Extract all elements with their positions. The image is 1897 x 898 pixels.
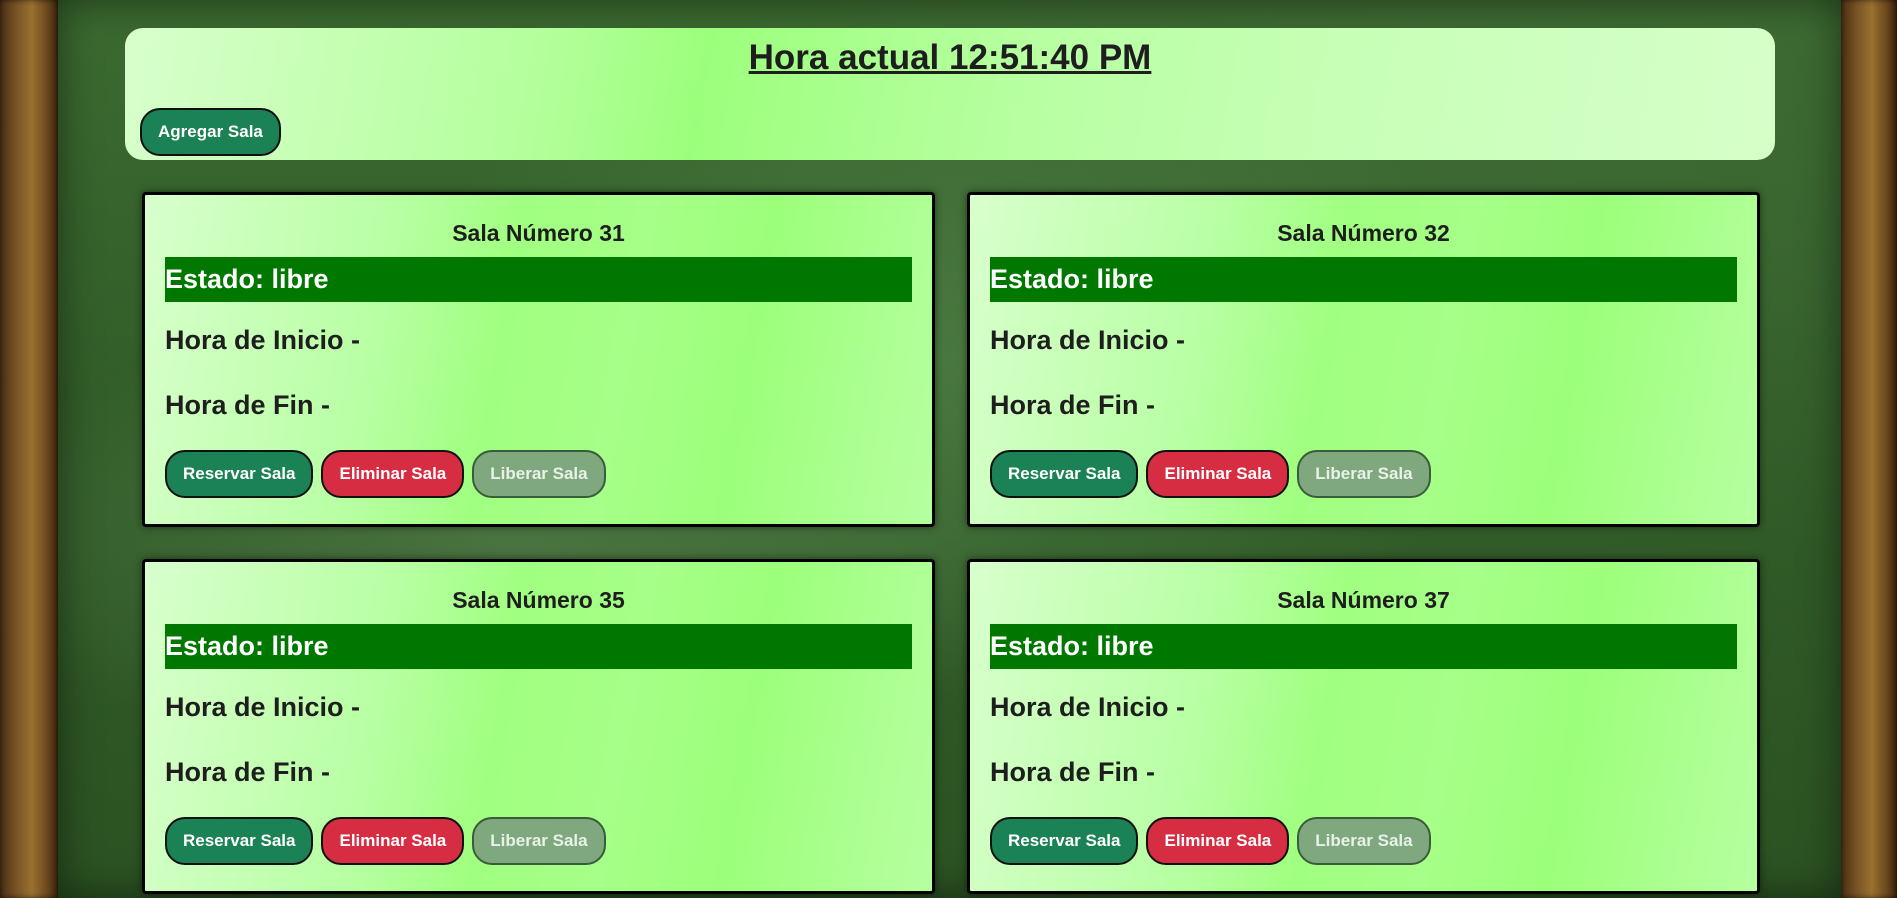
delete-room-button[interactable]: Eliminar Sala <box>1146 450 1290 498</box>
release-room-button[interactable]: Liberar Sala <box>472 817 606 865</box>
room-card: Sala Número 37 Estado: libre Hora de Ini… <box>967 559 1760 894</box>
room-start-time: Hora de Inicio - <box>165 325 361 355</box>
room-actions: Reservar Sala Eliminar Sala Liberar Sala <box>165 450 614 498</box>
room-actions: Reservar Sala Eliminar Sala Liberar Sala <box>990 817 1439 865</box>
room-card: Sala Número 32 Estado: libre Hora de Ini… <box>967 192 1760 527</box>
add-room-button[interactable]: Agregar Sala <box>140 108 281 156</box>
delete-room-button[interactable]: Eliminar Sala <box>321 817 465 865</box>
board-frame-right <box>1841 0 1897 898</box>
room-end-time: Hora de Fin - <box>165 390 331 420</box>
room-actions: Reservar Sala Eliminar Sala Liberar Sala <box>165 817 614 865</box>
room-status: Estado: libre <box>990 624 1737 669</box>
room-title: Sala Número 37 <box>1277 587 1450 613</box>
room-start-time: Hora de Inicio - <box>990 692 1186 722</box>
room-card: Sala Número 31 Estado: libre Hora de Ini… <box>142 192 935 527</box>
board-frame-left <box>0 0 58 898</box>
current-time: Hora actual 12:51:40 PM <box>125 38 1775 78</box>
release-room-button[interactable]: Liberar Sala <box>1297 817 1431 865</box>
reserve-room-button[interactable]: Reservar Sala <box>165 817 314 865</box>
release-room-button[interactable]: Liberar Sala <box>1297 450 1431 498</box>
room-status: Estado: libre <box>165 624 912 669</box>
room-status: Estado: libre <box>990 257 1737 302</box>
room-card: Sala Número 35 Estado: libre Hora de Ini… <box>142 559 935 894</box>
room-title: Sala Número 31 <box>452 220 625 246</box>
delete-room-button[interactable]: Eliminar Sala <box>321 450 465 498</box>
room-title: Sala Número 35 <box>452 587 625 613</box>
room-end-time: Hora de Fin - <box>990 757 1156 787</box>
room-end-time: Hora de Fin - <box>165 757 331 787</box>
reserve-room-button[interactable]: Reservar Sala <box>990 817 1139 865</box>
current-time-label: Hora actual 12:51:40 PM <box>748 38 1152 77</box>
reserve-room-button[interactable]: Reservar Sala <box>165 450 314 498</box>
release-room-button[interactable]: Liberar Sala <box>472 450 606 498</box>
header-panel: Hora actual 12:51:40 PM Agregar Sala <box>125 28 1775 160</box>
delete-room-button[interactable]: Eliminar Sala <box>1146 817 1290 865</box>
room-title: Sala Número 32 <box>1277 220 1450 246</box>
room-actions: Reservar Sala Eliminar Sala Liberar Sala <box>990 450 1439 498</box>
room-status: Estado: libre <box>165 257 912 302</box>
room-end-time: Hora de Fin - <box>990 390 1156 420</box>
room-start-time: Hora de Inicio - <box>165 692 361 722</box>
room-start-time: Hora de Inicio - <box>990 325 1186 355</box>
reserve-room-button[interactable]: Reservar Sala <box>990 450 1139 498</box>
